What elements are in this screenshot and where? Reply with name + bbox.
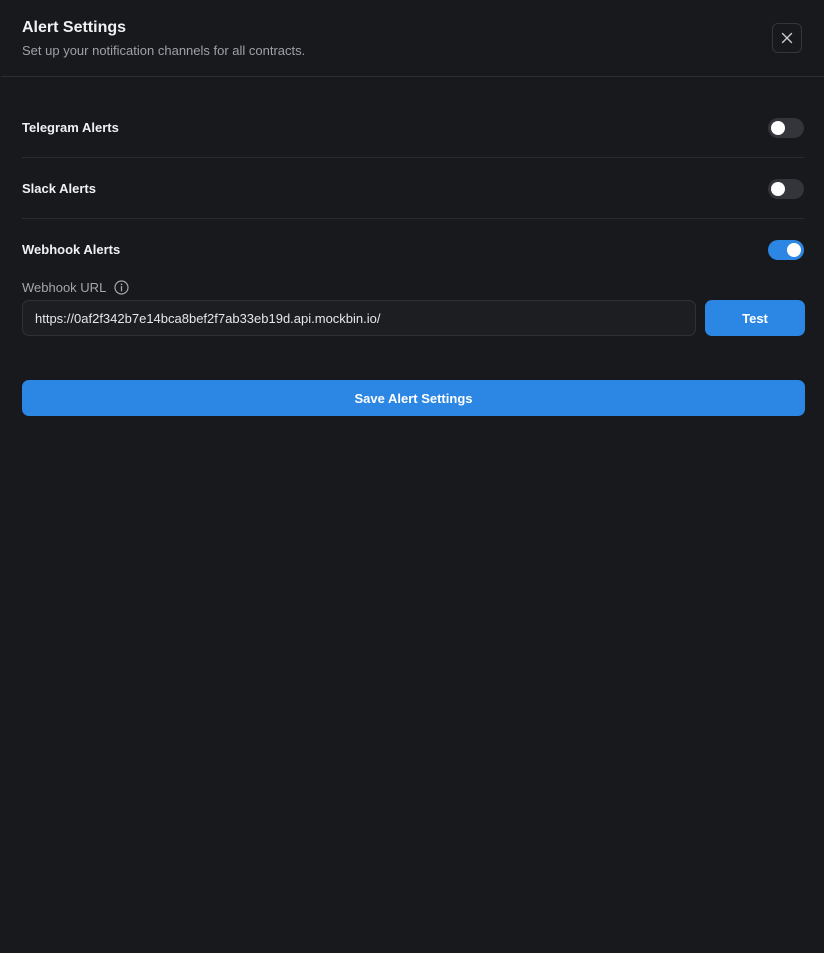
telegram-alerts-toggle[interactable] [768, 118, 804, 138]
toggle-knob [771, 182, 785, 196]
webhook-url-input[interactable] [22, 300, 696, 336]
webhook-alerts-toggle[interactable] [768, 240, 804, 260]
close-icon [780, 31, 794, 45]
dialog-subtitle: Set up your notification channels for al… [22, 43, 306, 58]
test-webhook-button[interactable]: Test [705, 300, 805, 336]
toggle-knob [771, 121, 785, 135]
alert-settings-dialog: Alert Settings Set up your notification … [1, 1, 824, 952]
dialog-header: Alert Settings Set up your notification … [1, 1, 824, 77]
toggle-knob [787, 243, 801, 257]
slack-alerts-toggle[interactable] [768, 179, 804, 199]
webhook-url-label-group: Webhook URL [22, 280, 129, 295]
slack-alerts-row: Slack Alerts [22, 159, 804, 219]
webhook-alerts-row: Webhook Alerts [22, 220, 804, 280]
info-icon[interactable] [114, 280, 129, 295]
slack-alerts-label: Slack Alerts [22, 181, 96, 196]
telegram-alerts-row: Telegram Alerts [22, 98, 804, 158]
divider [22, 218, 804, 219]
dialog-title: Alert Settings [22, 19, 127, 36]
webhook-url-label: Webhook URL [22, 280, 107, 295]
webhook-alerts-label: Webhook Alerts [22, 242, 121, 257]
close-button[interactable] [772, 23, 802, 53]
save-alert-settings-button[interactable]: Save Alert Settings [22, 380, 805, 416]
divider [22, 157, 804, 158]
telegram-alerts-label: Telegram Alerts [22, 120, 119, 135]
